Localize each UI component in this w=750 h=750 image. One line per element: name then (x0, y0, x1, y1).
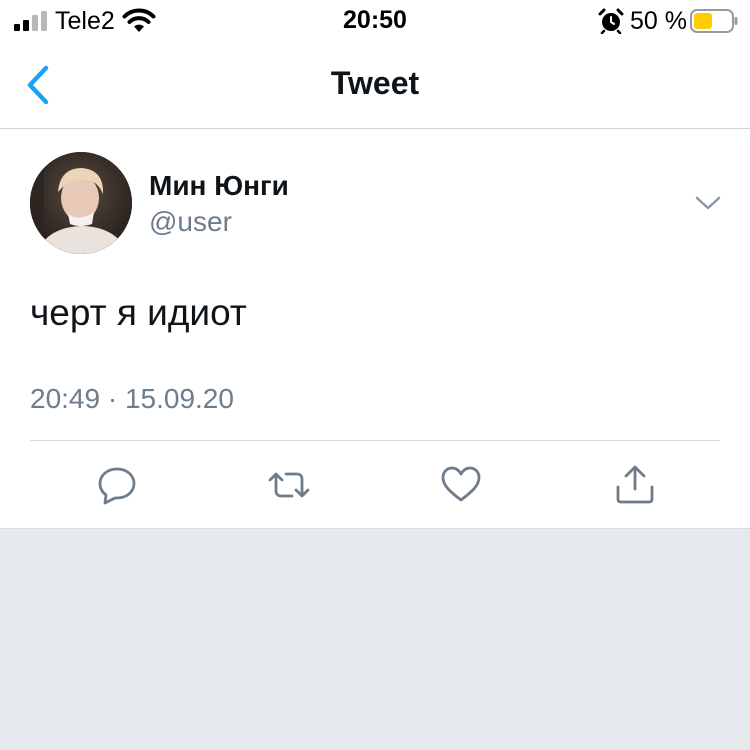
status-bar: Tele2 20:50 50 % (0, 0, 750, 42)
nav-bar: Tweet (0, 42, 750, 129)
avatar-photo (30, 152, 132, 254)
divider (30, 440, 720, 441)
reply-icon (98, 467, 136, 505)
alarm-icon (598, 8, 624, 34)
tweet-timestamp: 20:49 · 15.09.20 (30, 383, 234, 414)
share-button[interactable] (613, 463, 657, 507)
like-button[interactable] (439, 463, 483, 507)
like-icon (441, 466, 481, 502)
retweet-button[interactable] (267, 463, 311, 507)
tweet-text: черт я идиот (30, 292, 247, 333)
battery-icon (690, 9, 738, 33)
retweet-icon (268, 472, 310, 498)
chevron-down-icon[interactable] (694, 193, 722, 213)
page-title: Tweet (330, 65, 420, 101)
author-handle[interactable]: @user (149, 206, 232, 238)
reply-button[interactable] (95, 463, 139, 507)
avatar[interactable] (30, 152, 132, 254)
battery-percent: 50 % (630, 7, 687, 35)
tweet-screen: Tele2 20:50 50 % Tweet Мин Юнги @user че… (0, 0, 750, 750)
author-display-name[interactable]: Мин Юнги (149, 170, 289, 202)
share-icon (616, 465, 654, 504)
